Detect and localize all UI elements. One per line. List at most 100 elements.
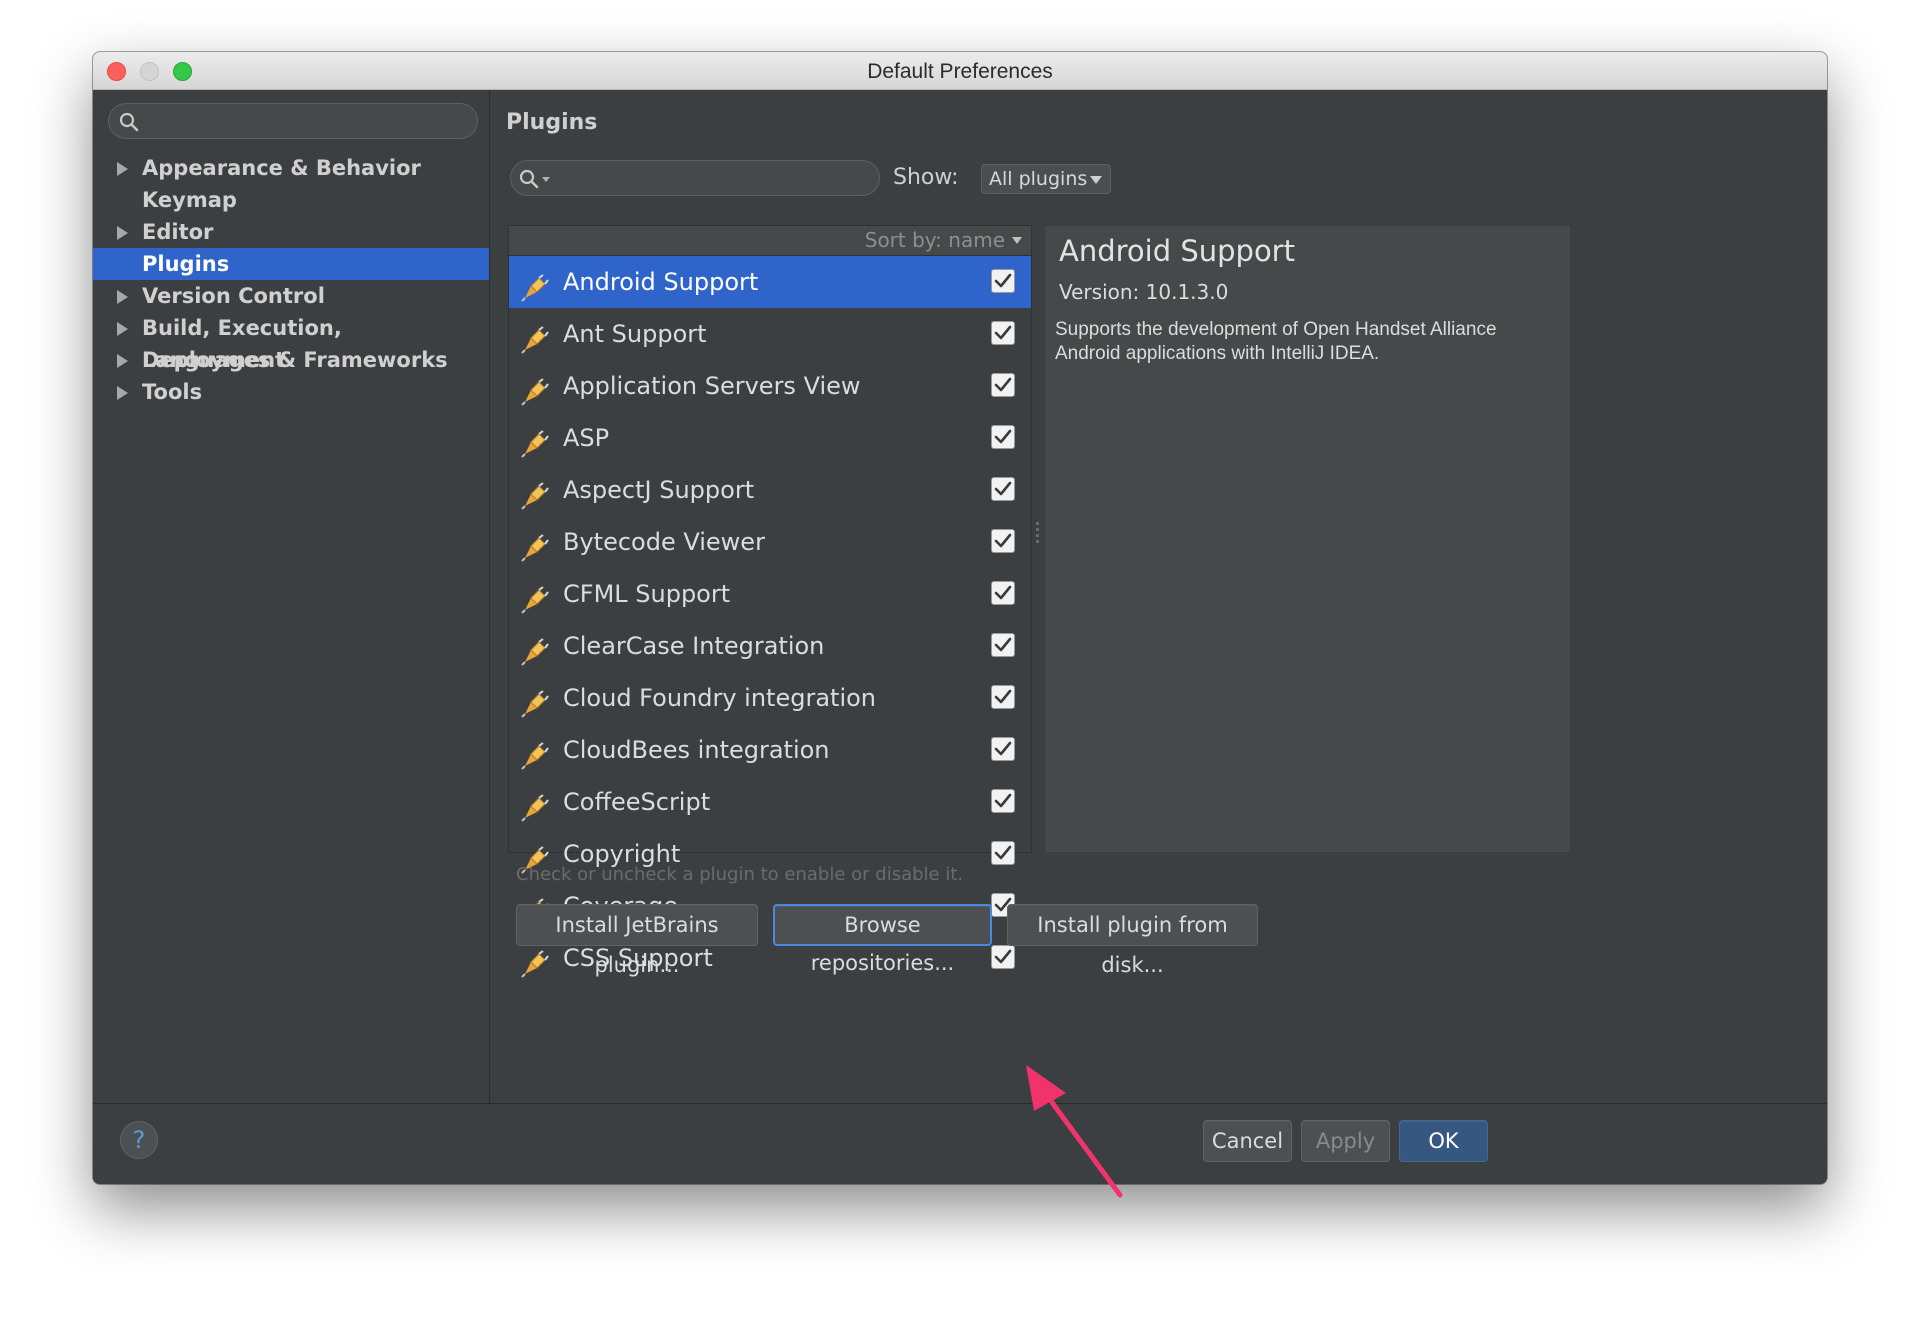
ok-button[interactable]: OK: [1399, 1120, 1488, 1162]
sidebar-item-label: Languages & Frameworks: [142, 348, 448, 372]
browse-repositories-button[interactable]: Browse repositories...: [773, 904, 992, 975]
expand-arrow-icon[interactable]: [117, 354, 128, 368]
sidebar-item-label: Editor: [142, 220, 214, 244]
plugin-row[interactable]: CloudBees integration: [509, 724, 1031, 776]
plugin-row[interactable]: Bytecode Viewer: [509, 516, 1031, 568]
chevron-down-icon: [1012, 237, 1022, 244]
plugin-name: Application Servers View: [563, 372, 861, 400]
plugin-icon: [521, 684, 549, 718]
settings-search-input[interactable]: [108, 103, 478, 139]
title-bar: Default Preferences: [93, 52, 1827, 90]
sidebar-item-appearance-behavior[interactable]: Appearance & Behavior: [93, 152, 489, 184]
expand-arrow-icon[interactable]: [117, 226, 128, 240]
plugin-enabled-checkbox[interactable]: [991, 685, 1015, 709]
search-icon: [519, 169, 539, 193]
plugin-enabled-checkbox[interactable]: [991, 789, 1015, 813]
plugin-row[interactable]: Application Servers View: [509, 360, 1031, 412]
sidebar-item-plugins[interactable]: Plugins: [93, 248, 489, 280]
chevron-down-icon: [1090, 176, 1102, 184]
plugin-icon: [521, 788, 549, 822]
sidebar-item-label: Appearance & Behavior: [142, 156, 421, 180]
sidebar-item-label: Tools: [142, 380, 203, 404]
expand-arrow-icon[interactable]: [117, 322, 128, 336]
search-options-chevron-down-icon[interactable]: [542, 177, 550, 182]
settings-sidebar: Appearance & Behavior Keymap Editor Plugins…: [93, 90, 490, 1103]
install-plugin-from-disk-button[interactable]: Install plugin from disk...: [1007, 904, 1258, 977]
plugin-name: CFML Support: [563, 580, 731, 608]
plugin-name: ClearCase Integration: [563, 632, 825, 660]
plugin-detail-version: Version: 10.1.3.0: [1059, 280, 1229, 304]
plugin-icon: [521, 372, 549, 406]
expand-arrow-icon[interactable]: [117, 386, 128, 400]
plugin-name: CoffeeScript: [563, 788, 711, 816]
plugin-enabled-checkbox[interactable]: [991, 737, 1015, 761]
sort-label: Sort by: name: [864, 228, 1005, 252]
plugin-row[interactable]: Cloud Foundry integration: [509, 672, 1031, 724]
plugin-name: Ant Support: [563, 320, 707, 348]
show-filter-value: All plugins: [989, 168, 1088, 190]
help-button[interactable]: ?: [120, 1121, 158, 1159]
expand-arrow-icon[interactable]: [117, 290, 128, 304]
dialog-footer: ? Cancel Apply OK: [93, 1103, 1827, 1184]
plugin-icon: [521, 476, 549, 510]
plugin-icon: [521, 944, 549, 978]
settings-tree: Appearance & Behavior Keymap Editor Plugins…: [93, 152, 489, 408]
sidebar-item-label: Plugins: [142, 252, 230, 276]
plugin-enabled-checkbox[interactable]: [991, 841, 1015, 865]
plugin-name: Cloud Foundry integration: [563, 684, 877, 712]
sidebar-item-label: Keymap: [142, 188, 237, 212]
cancel-button[interactable]: Cancel: [1203, 1120, 1292, 1162]
plugin-enabled-checkbox[interactable]: [991, 633, 1015, 657]
window-title: Default Preferences: [867, 60, 1053, 83]
preferences-window: Default Preferences Appearance & Behavio…: [93, 52, 1827, 1184]
plugin-icon: [521, 424, 549, 458]
plugin-row[interactable]: ASP: [509, 412, 1031, 464]
plugin-name: CloudBees integration: [563, 736, 830, 764]
sidebar-item-keymap[interactable]: Keymap: [93, 184, 489, 216]
plugin-row[interactable]: CoffeeScript: [509, 776, 1031, 828]
install-jetbrains-plugin-button[interactable]: Install JetBrains plugin...: [516, 904, 758, 977]
plugin-row[interactable]: AspectJ Support: [509, 464, 1031, 516]
plugin-list: Sort by: name Android Support Ant Support…: [508, 225, 1032, 978]
plugin-enabled-checkbox[interactable]: [991, 529, 1015, 553]
plugin-list-hint: Check or uncheck a plugin to enable or d…: [516, 864, 964, 885]
plugin-row[interactable]: CFML Support: [509, 568, 1031, 620]
show-filter-select[interactable]: All plugins: [981, 164, 1111, 194]
apply-button[interactable]: Apply: [1301, 1120, 1390, 1162]
search-icon: [119, 112, 139, 136]
page-title: Plugins: [506, 110, 598, 135]
sidebar-item-editor[interactable]: Editor: [93, 216, 489, 248]
plugin-row[interactable]: Ant Support: [509, 308, 1031, 360]
plugin-enabled-checkbox[interactable]: [991, 321, 1015, 345]
plugin-detail-panel: Android Support Version: 10.1.3.0 Suppor…: [1044, 225, 1571, 853]
plugin-icon: [521, 320, 549, 354]
sidebar-item-tools[interactable]: Tools: [93, 376, 489, 408]
plugins-page: Plugins Show: All plugins Sort by: name …: [491, 90, 1827, 1103]
plugin-enabled-checkbox[interactable]: [991, 425, 1015, 449]
splitter-handle[interactable]: [1036, 522, 1040, 548]
plugin-row[interactable]: Android Support: [509, 256, 1031, 308]
plugin-search-input[interactable]: [510, 160, 880, 196]
plugin-enabled-checkbox[interactable]: [991, 477, 1015, 501]
plugin-enabled-checkbox[interactable]: [991, 373, 1015, 397]
sidebar-item-build-execution-deployment[interactable]: Build, Execution, Deployment: [93, 312, 489, 372]
plugin-name: Bytecode Viewer: [563, 528, 765, 556]
show-filter-label: Show:: [893, 165, 959, 190]
plugin-detail-description: Supports the development of Open Handset…: [1055, 319, 1497, 364]
sort-by-dropdown[interactable]: Sort by: name: [509, 226, 1031, 256]
plugin-icon: [521, 528, 549, 562]
plugin-enabled-checkbox[interactable]: [991, 269, 1015, 293]
plugin-icon: [521, 736, 549, 770]
plugin-enabled-checkbox[interactable]: [991, 945, 1015, 969]
sidebar-item-label: Version Control: [142, 284, 325, 308]
plugin-detail-title: Android Support: [1059, 234, 1295, 268]
plugin-name: ASP: [563, 424, 610, 452]
sidebar-item-version-control[interactable]: Version Control: [93, 280, 489, 312]
expand-arrow-icon[interactable]: [117, 162, 128, 176]
plugin-icon: [521, 268, 549, 302]
annotation-arrow-icon: [1026, 1065, 1123, 1198]
plugin-row[interactable]: ClearCase Integration: [509, 620, 1031, 672]
sidebar-item-languages-frameworks[interactable]: Languages & Frameworks: [93, 344, 489, 376]
plugin-icon: [521, 580, 549, 614]
plugin-enabled-checkbox[interactable]: [991, 581, 1015, 605]
